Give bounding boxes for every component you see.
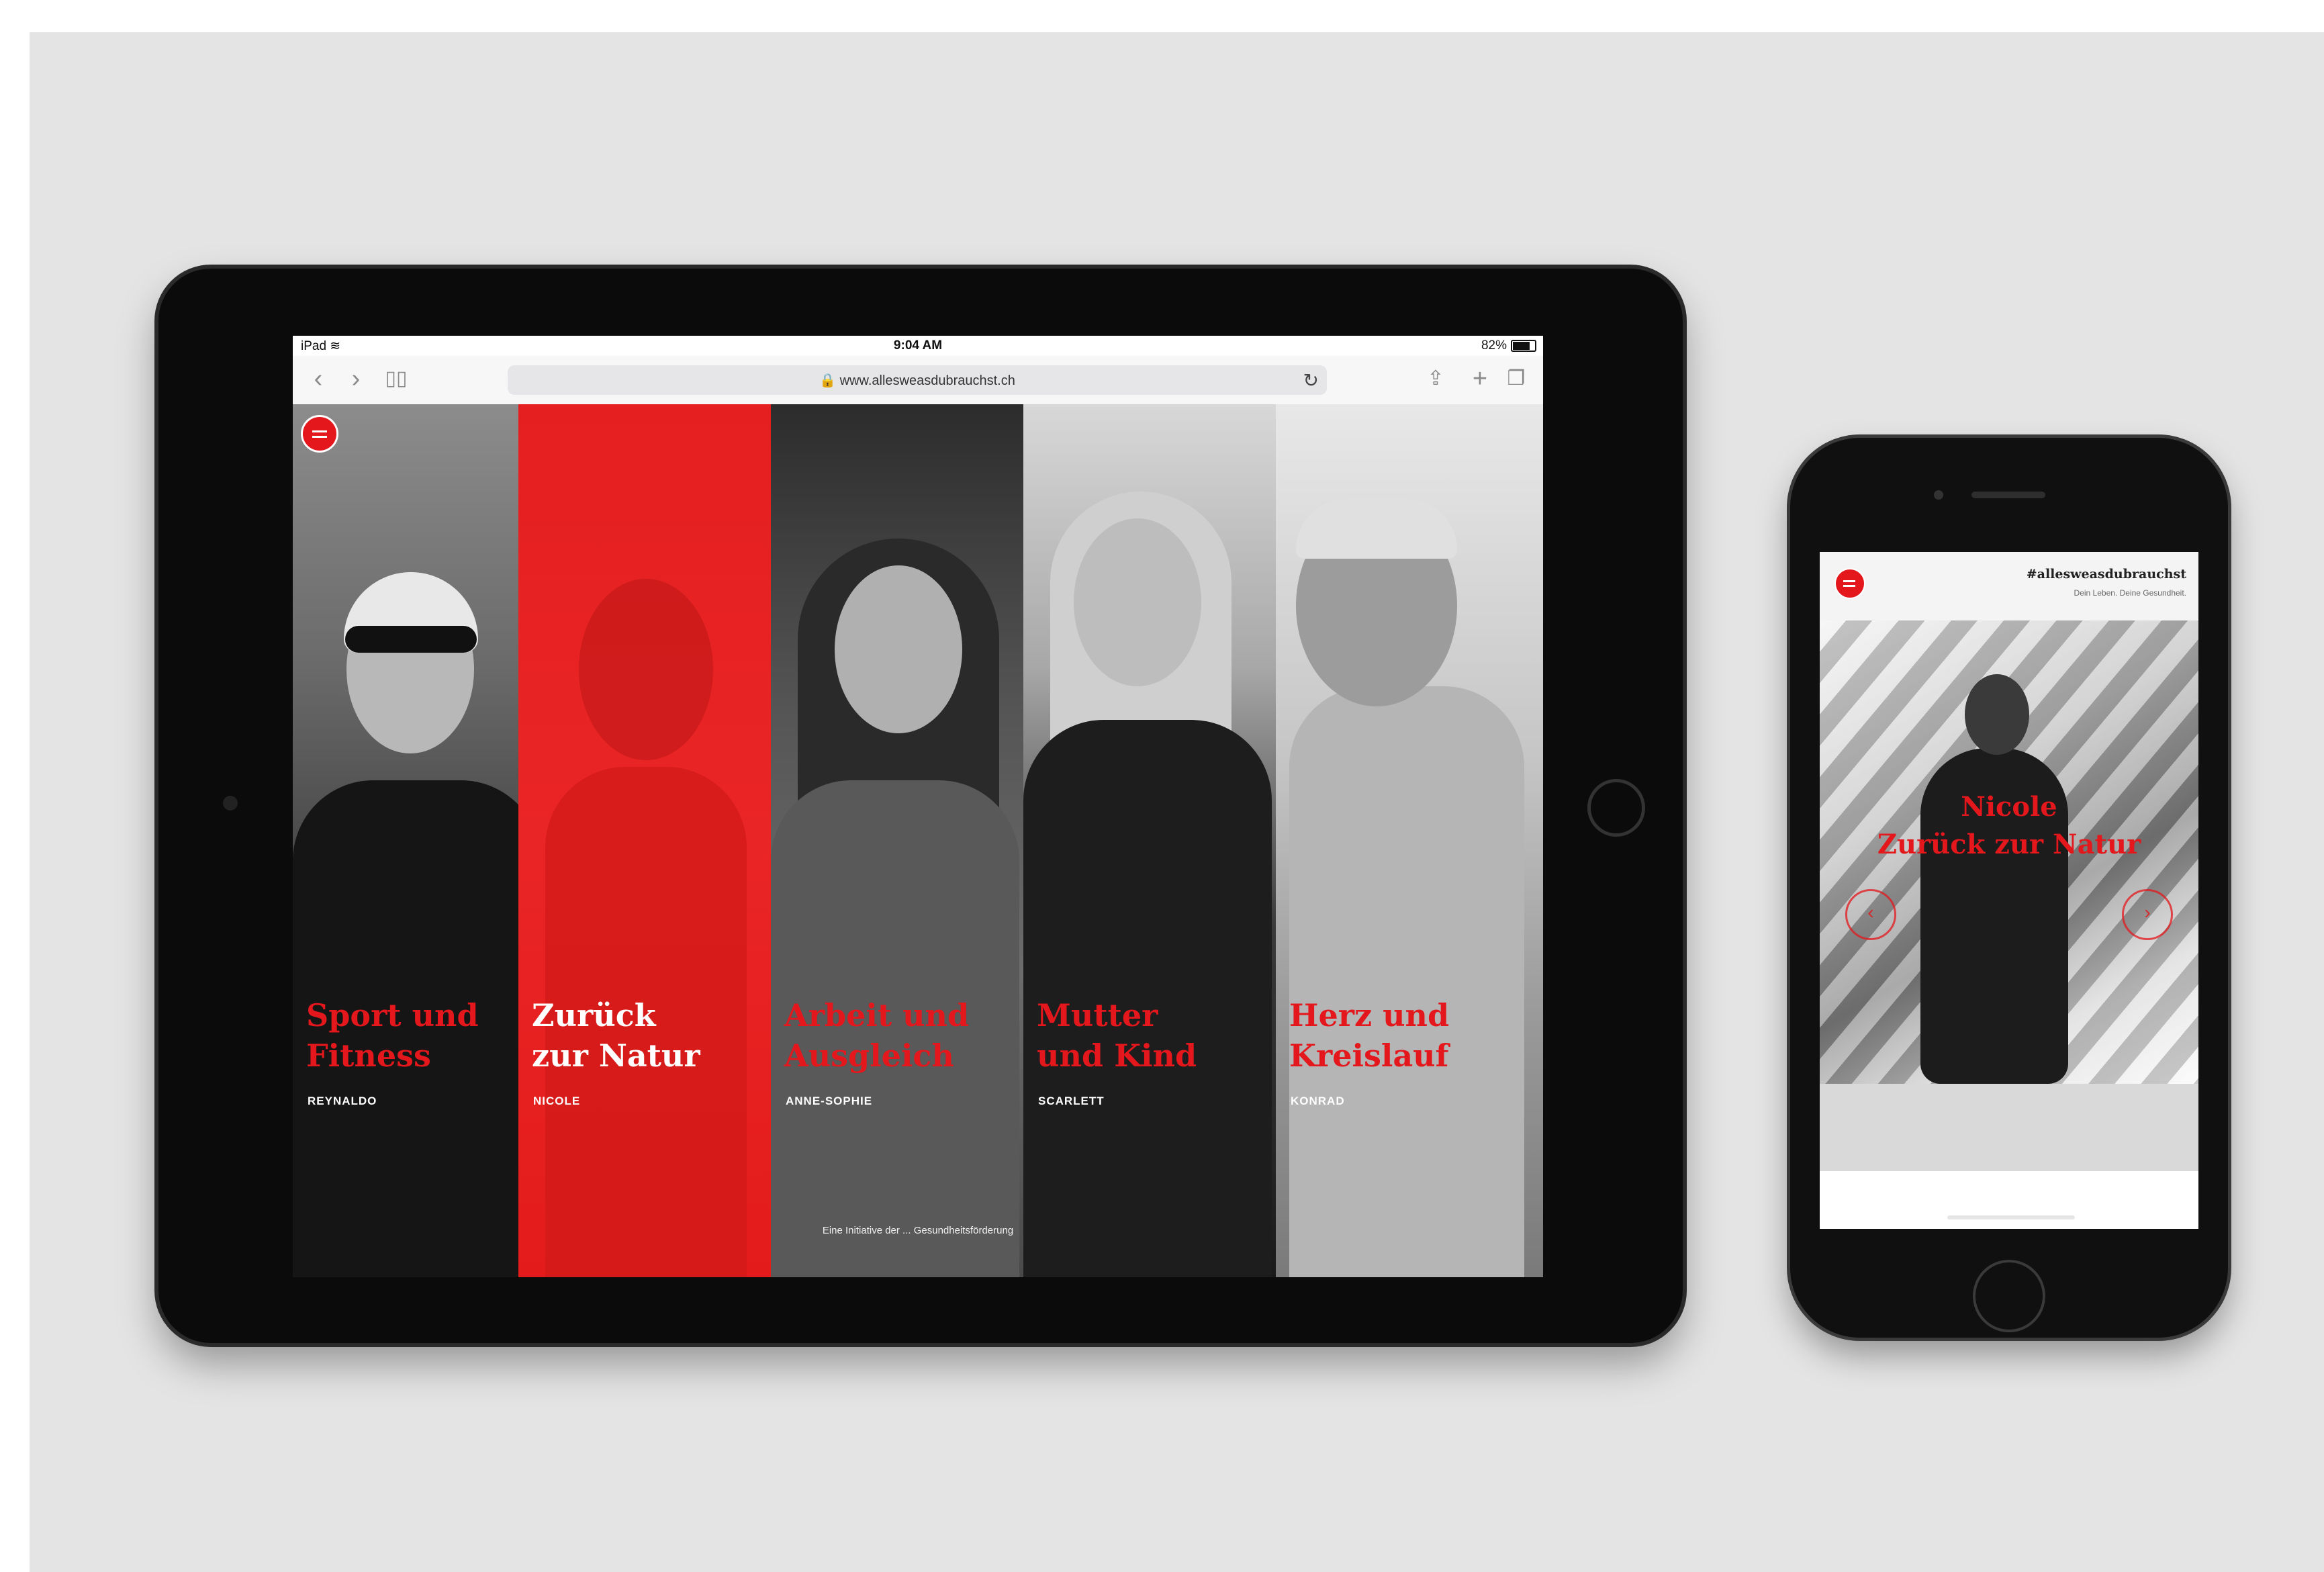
battery-icon xyxy=(1511,340,1536,352)
footer-placeholder xyxy=(1947,1215,2075,1219)
title-line: Kreislauf xyxy=(1289,1037,1449,1074)
title-line: Herz und xyxy=(1289,997,1450,1033)
title-line: Fitness xyxy=(306,1037,431,1074)
ipad-screen: iPad ≋ 9:04 AM 82% ‹ › ▯▯ 🔒 www.alleswea… xyxy=(293,336,1543,1277)
tabs-icon[interactable]: ❐ xyxy=(1501,365,1531,392)
mobile-subtitle: Dein Leben. Deine Gesundheit. xyxy=(2074,588,2186,598)
ipad-device: iPad ≋ 9:04 AM 82% ‹ › ▯▯ 🔒 www.alleswea… xyxy=(158,269,1683,1343)
panel-title: Arbeit und Ausgleich xyxy=(784,995,1013,1076)
chevron-left-icon: ‹ xyxy=(1867,902,1874,923)
person-body xyxy=(1289,686,1524,1277)
panel-person-name: SCARLETT xyxy=(1038,1095,1105,1107)
panel-person-name: REYNALDO xyxy=(308,1095,377,1107)
story-panels: Sport und Fitness REYNALDO Zurück zur Na… xyxy=(293,404,1543,1277)
browser-toolbar: ‹ › ▯▯ 🔒 www.allesweasdubrauchst.ch ↻ ⇪ … xyxy=(293,356,1543,405)
reload-icon[interactable]: ↻ xyxy=(1303,369,1319,391)
iphone-device: #allesweasdubrauchst Dein Leben. Deine G… xyxy=(1790,438,2228,1338)
panel-title: Mutter und Kind xyxy=(1037,995,1265,1076)
mobile-hero-title: Nicole Zurück zur Natur xyxy=(1820,788,2198,864)
title-line: zur Natur xyxy=(532,1037,700,1074)
title-line: Sport und xyxy=(306,997,479,1033)
person-head xyxy=(579,579,713,760)
status-bar: iPad ≋ 9:04 AM 82% xyxy=(293,336,1543,356)
panel-person-name: KONRAD xyxy=(1291,1095,1345,1107)
battery-percent: 82% xyxy=(1481,338,1507,353)
hero-name: Nicole xyxy=(1961,791,2057,823)
chevron-right-icon: › xyxy=(2144,902,2151,923)
title-line: Zurück xyxy=(532,997,656,1033)
panel-anne-sophie[interactable]: Arbeit und Ausgleich ANNE-SOPHIE xyxy=(771,404,1023,1277)
plus-icon[interactable]: + xyxy=(1465,365,1495,392)
panel-person-name: NICOLE xyxy=(533,1095,581,1107)
prev-story-button[interactable]: ‹ xyxy=(1845,889,1896,940)
status-time: 9:04 AM xyxy=(893,338,943,353)
title-line: Ausgleich xyxy=(784,1037,954,1074)
title-line: Mutter xyxy=(1037,997,1158,1033)
mobile-logo[interactable] xyxy=(1834,568,1865,599)
hero-topic: Zurück zur Natur xyxy=(1877,829,2141,860)
mobile-header: #allesweasdubrauchst Dein Leben. Deine G… xyxy=(1820,552,2198,620)
share-icon[interactable]: ⇪ xyxy=(1421,365,1450,392)
panel-nicole[interactable]: Zurück zur Natur NICOLE xyxy=(518,404,771,1277)
title-line: und Kind xyxy=(1037,1037,1197,1074)
panel-scarlett[interactable]: Mutter und Kind SCARLETT xyxy=(1023,404,1276,1277)
panel-reynaldo[interactable]: Sport und Fitness REYNALDO xyxy=(293,404,518,1277)
site-logo[interactable] xyxy=(301,415,338,453)
iphone-home-button[interactable] xyxy=(1973,1260,2045,1332)
mobile-hero: Nicole Zurück zur Natur ‹ › xyxy=(1820,620,2198,1084)
footer-text: Eine Initiative der ... Gesundheitsförde… xyxy=(822,1225,1014,1236)
panel-title: Zurück zur Natur xyxy=(532,995,760,1076)
mobile-content-band xyxy=(1820,1084,2198,1171)
person-head xyxy=(835,565,962,733)
url-text: 🔒 www.allesweasdubrauchst.ch xyxy=(819,373,1015,388)
panel-konrad[interactable]: Herz und Kreislauf KONRAD xyxy=(1276,404,1543,1277)
iphone-speaker xyxy=(1971,492,2045,498)
address-bar[interactable]: 🔒 www.allesweasdubrauchst.ch ↻ xyxy=(508,365,1327,395)
ipad-camera xyxy=(223,796,238,811)
panel-title: Herz und Kreislauf xyxy=(1289,995,1518,1076)
chevron-right-icon[interactable]: › xyxy=(341,365,371,392)
goggles xyxy=(345,626,477,653)
panel-title: Sport und Fitness xyxy=(306,995,518,1076)
person-hair xyxy=(1296,498,1457,559)
panel-person-name: ANNE-SOPHIE xyxy=(786,1095,873,1107)
mobile-footer xyxy=(1820,1171,2198,1229)
person-head xyxy=(1074,518,1201,686)
status-right: 82% xyxy=(1481,338,1536,353)
iphone-camera xyxy=(1934,490,1943,500)
iphone-screen: #allesweasdubrauchst Dein Leben. Deine G… xyxy=(1820,552,2198,1229)
book-icon[interactable]: ▯▯ xyxy=(381,365,411,392)
person-head xyxy=(1965,674,2029,755)
chevron-left-icon[interactable]: ‹ xyxy=(304,365,333,392)
ipad-home-button[interactable] xyxy=(1587,779,1645,837)
mobile-hashtag: #allesweasdubrauchst xyxy=(2026,567,2186,582)
title-line: Arbeit und xyxy=(784,997,970,1033)
next-story-button[interactable]: › xyxy=(2122,889,2173,940)
